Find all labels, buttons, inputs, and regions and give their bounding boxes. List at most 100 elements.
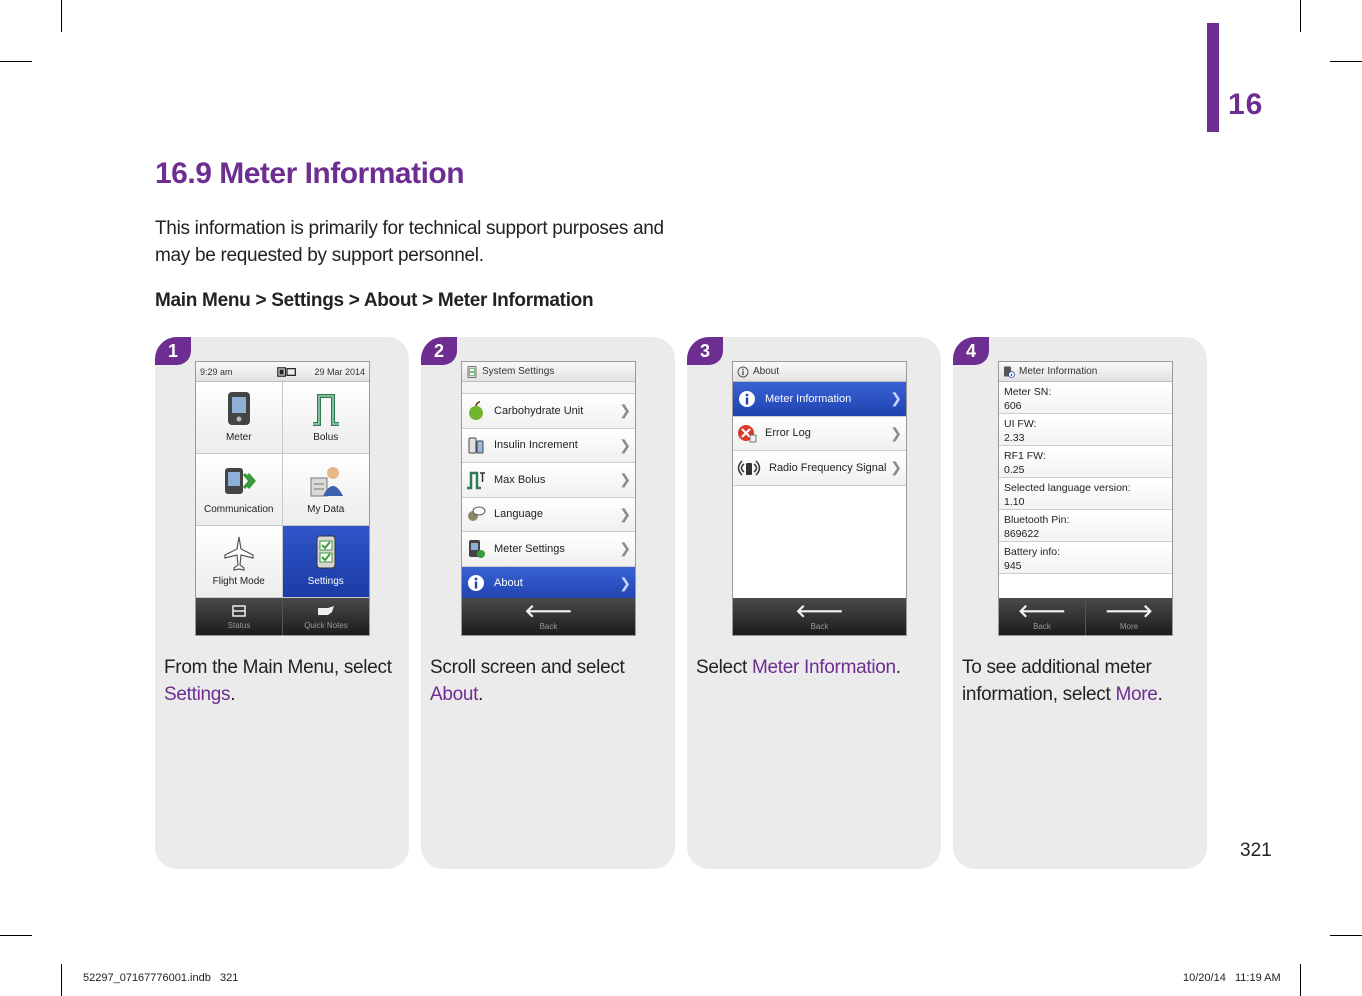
bottom-bar: Status Quick Notes: [196, 598, 369, 635]
info-field-meter-sn: Meter SN: 606: [999, 382, 1172, 414]
arrow-left-icon: 🡐: [1017, 601, 1067, 621]
screen-title: About: [753, 366, 780, 377]
step-caption: From the Main Menu, select Settings.: [164, 657, 392, 705]
caption-highlight: Settings: [164, 684, 231, 705]
caption-highlight: Meter Information: [752, 657, 896, 678]
status-bar: 9:29 am 29 Mar 2014: [196, 362, 369, 382]
tile-label: Settings: [307, 576, 344, 587]
language-icon: [468, 506, 486, 522]
my-data-icon: [310, 467, 343, 497]
list-item-meter-settings[interactable]: Meter Settings ❯: [462, 532, 635, 567]
tile-label: My Data: [307, 504, 345, 515]
chevron-right-icon: ❯: [890, 424, 902, 441]
status-button[interactable]: Status: [196, 598, 283, 635]
tile-label: Bolus: [313, 432, 339, 443]
list-item-language[interactable]: Language ❯: [462, 497, 635, 532]
quick-notes-button[interactable]: Quick Notes: [283, 598, 369, 635]
back-button[interactable]: 🡐 Back: [999, 598, 1086, 635]
back-button[interactable]: 🡐 Back: [733, 598, 906, 635]
info-field-language-version: Selected language version: 1.10: [999, 478, 1172, 510]
tile-label: Meter: [225, 432, 252, 443]
crop-mark: [0, 61, 32, 62]
device-screen-main-menu: 9:29 am 29 Mar 2014 Meter Bolus Communic…: [195, 361, 370, 636]
step-caption: Select Meter Information.: [696, 657, 901, 678]
step-panel-2: 2 System Settings Carbohydrate Unit ❯ Ins…: [421, 337, 675, 869]
status-icon: [232, 605, 246, 617]
radio-signal-icon: [737, 460, 761, 476]
communication-icon: [224, 468, 256, 494]
bolus-icon: [312, 394, 339, 426]
arrow-right-icon: 🡒: [1104, 601, 1154, 621]
crop-mark: [61, 964, 62, 996]
time-display: 9:29 am: [200, 366, 233, 377]
crop-mark: [61, 0, 62, 32]
screen-title-bar: System Settings: [462, 362, 635, 382]
crop-mark: [1330, 61, 1362, 62]
list-item-meter-information[interactable]: Meter Information ❯: [733, 382, 906, 417]
list-item-error-log[interactable]: Error Log ❯: [733, 416, 906, 451]
screen-title: System Settings: [482, 366, 555, 377]
arrow-left-icon: 🡐: [524, 601, 573, 621]
settings-icon: [316, 535, 336, 569]
menu-tile-communication[interactable]: Communication: [196, 454, 283, 526]
info-icon: [739, 390, 755, 407]
menu-tile-my-data[interactable]: My Data: [282, 454, 369, 526]
screen-title: Meter Information: [1019, 366, 1098, 377]
chevron-right-icon: ❯: [619, 574, 631, 591]
crop-mark: [0, 935, 32, 936]
step-caption: To see additional meter information, sel…: [962, 657, 1163, 705]
main-menu-grid: Meter Bolus Communication My Data Flight…: [196, 382, 369, 598]
page-number: 321: [1240, 840, 1272, 861]
menu-tile-settings[interactable]: Settings: [282, 526, 369, 598]
footer-timestamp: 10/20/14 11:19 AM: [1183, 972, 1281, 984]
step-badge: 1: [155, 337, 191, 365]
screen-title-bar: About: [733, 362, 906, 382]
tile-label: Communication: [204, 504, 274, 515]
list-item-insulin-increment[interactable]: Insulin Increment ❯: [462, 428, 635, 463]
device-screen-system-settings: System Settings Carbohydrate Unit ❯ Insul…: [461, 361, 636, 636]
info-icon: [737, 366, 749, 377]
settings-icon: [467, 365, 477, 378]
info-field-bluetooth-pin: Bluetooth Pin: 869622: [999, 510, 1172, 542]
step-badge: 2: [421, 337, 457, 365]
step-panel-4: 4 Meter Information Meter SN: 606 UI FW: 2…: [953, 337, 1207, 869]
caption-highlight: More: [1115, 684, 1158, 705]
list-item-radio-frequency-signal[interactable]: Radio Frequency Signal ❯: [733, 451, 906, 486]
navigation-path: Main Menu > Settings > About > Meter Inf…: [155, 290, 594, 311]
chevron-right-icon: ❯: [619, 505, 631, 522]
quick-notes-icon: [318, 606, 334, 615]
info-field-rf1-fw: RF1 FW: 0.25: [999, 446, 1172, 478]
step-caption: Scroll screen and select About.: [430, 657, 625, 705]
list-item-about[interactable]: About ❯: [462, 566, 635, 601]
menu-tile-flight-mode[interactable]: Flight Mode: [196, 526, 283, 598]
bottom-bar: 🡐 Back 🡒 More: [999, 598, 1172, 635]
screen-title-bar: Meter Information: [999, 362, 1172, 382]
list-item-carbohydrate-unit[interactable]: Carbohydrate Unit ❯: [462, 394, 635, 429]
meter-settings-icon: [469, 539, 485, 558]
chapter-number: 16: [1228, 88, 1264, 121]
step-badge: 3: [687, 337, 723, 365]
bottom-bar: 🡐 Back: [462, 598, 635, 635]
meter-icon: [227, 392, 250, 425]
crop-mark: [1300, 0, 1301, 32]
tile-label: Flight Mode: [212, 576, 265, 587]
chevron-right-icon: ❯: [619, 471, 631, 488]
step-badge: 4: [953, 337, 989, 365]
list-item-max-bolus[interactable]: Max Bolus ❯: [462, 463, 635, 498]
bottom-bar: 🡐 Back: [733, 598, 906, 635]
airplane-icon: [224, 536, 254, 571]
back-button[interactable]: 🡐 Back: [462, 598, 635, 635]
more-button[interactable]: 🡒 More: [1086, 598, 1172, 635]
chevron-right-icon: ❯: [619, 436, 631, 453]
section-title: 16.9 Meter Information: [155, 157, 465, 190]
chevron-right-icon: ❯: [619, 540, 631, 557]
apple-icon: [469, 401, 483, 420]
error-log-icon: [738, 425, 757, 443]
chevron-right-icon: ❯: [890, 459, 902, 476]
chevron-right-icon: ❯: [619, 402, 631, 419]
date-display: 29 Mar 2014: [314, 366, 365, 377]
chevron-right-icon: ❯: [890, 390, 902, 407]
menu-tile-bolus[interactable]: Bolus: [282, 382, 369, 454]
menu-tile-meter[interactable]: Meter: [196, 382, 283, 454]
device-screen-meter-information: Meter Information Meter SN: 606 UI FW: 2.3…: [998, 361, 1173, 636]
